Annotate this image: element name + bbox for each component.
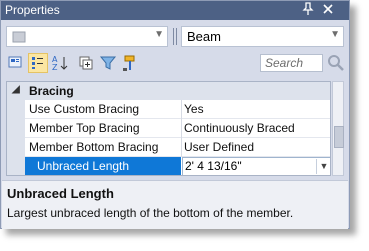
search-input[interactable]: Search [260,54,323,72]
property-pages-icon[interactable] [28,53,48,73]
svg-text:Z: Z [52,63,58,72]
title-bar[interactable]: Properties [1,1,349,20]
row-gutter [7,119,25,138]
filter-icon[interactable] [98,53,118,73]
property-value[interactable]: Continuously Braced [184,121,295,135]
description-pane: Unbraced Length Largest unbraced length … [2,180,348,229]
property-value[interactable]: Yes [184,102,204,116]
categorized-view-icon[interactable] [6,53,26,73]
property-row[interactable]: Member Bottom Bracing User Defined [7,138,330,157]
object-icon [11,29,27,48]
property-name: Unbraced Length [37,159,130,173]
object-type-combo[interactable]: ▼ [6,26,168,47]
search-icon[interactable] [327,54,345,77]
properties-panel: Properties ▼ Beam ▼ AZ Search ◢ Bracing … [0,0,350,229]
member-type-value: Beam [187,29,221,44]
chevron-down-icon[interactable]: ▼ [316,159,330,174]
property-name: Use Custom Bracing [29,102,140,116]
alphabetical-sort-icon[interactable]: AZ [50,53,70,73]
property-row-selected[interactable]: Unbraced Length 2' 4 13/16" ▼ [7,157,330,175]
collapse-icon[interactable]: ◢ [12,84,20,95]
unbraced-length-field[interactable]: 2' 4 13/16" ▼ [182,157,330,175]
paint-icon[interactable] [120,53,140,73]
expand-icon[interactable] [76,53,96,73]
panel-title: Properties [5,3,60,17]
category-row[interactable]: ◢ Bracing [7,82,330,100]
row-gutter [7,138,25,157]
chevron-down-icon[interactable]: ▼ [330,29,340,40]
divider [181,100,182,119]
property-grid: ◢ Bracing Use Custom Bracing Yes Member … [6,81,331,176]
divider [181,138,182,157]
property-name: Member Bottom Bracing [29,140,159,154]
divider [176,28,177,45]
pin-icon[interactable] [301,2,315,18]
scrollbar-thumb[interactable] [334,126,344,148]
divider [173,28,174,45]
description-title: Unbraced Length [7,186,114,201]
property-row[interactable]: Member Top Bracing Continuously Braced [7,119,330,138]
property-value[interactable]: 2' 4 13/16" [185,159,242,173]
property-value[interactable]: User Defined [184,140,254,154]
divider [181,119,182,138]
chevron-down-icon[interactable]: ▼ [154,29,164,40]
member-type-combo[interactable]: Beam ▼ [181,26,344,47]
close-icon[interactable] [321,2,335,18]
row-gutter [7,100,25,119]
scrollbar[interactable] [332,81,344,176]
description-text: Largest unbraced length of the bottom of… [7,206,294,220]
category-label: Bracing [29,84,74,98]
property-row[interactable]: Use Custom Bracing Yes [7,100,330,119]
property-name: Member Top Bracing [29,121,140,135]
row-gutter [7,157,25,175]
